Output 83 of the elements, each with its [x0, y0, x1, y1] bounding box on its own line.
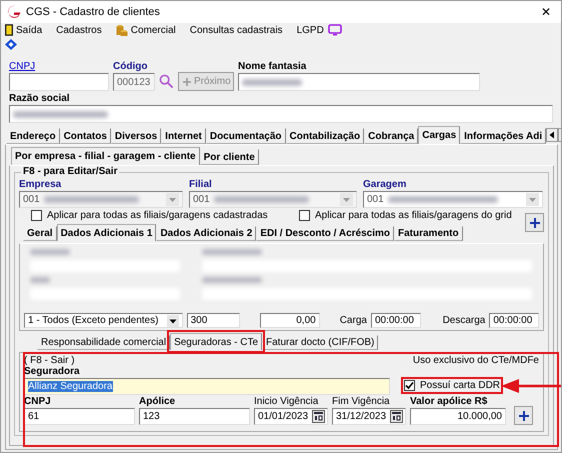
- plus-icon: [183, 78, 191, 86]
- time-field[interactable]: 00:00:00: [370, 313, 421, 328]
- input-field[interactable]: 61: [24, 408, 135, 425]
- tab[interactable]: Informações Adi: [460, 128, 546, 144]
- tab[interactable]: Contatos: [60, 128, 111, 144]
- tab[interactable]: EDI / Desconto / Acréscimo: [256, 226, 394, 241]
- tab[interactable]: Responsabilidade comercial: [37, 335, 170, 350]
- tab[interactable]: Dados Adicionais 1: [56, 224, 156, 241]
- time-field[interactable]: 00:00:00: [489, 313, 539, 328]
- check-icon: [405, 381, 414, 390]
- dropdown-field[interactable]: 001: [363, 191, 543, 208]
- tab[interactable]: Seguradoras - CTe: [170, 333, 262, 350]
- menu-item[interactable]: Comercial: [116, 24, 176, 36]
- field-label: Valor apólice R$: [410, 396, 488, 408]
- checkbox[interactable]: Aplicar para todas as filiais/garagens cadastradas: [31, 210, 299, 221]
- dropdown-field[interactable]: 1 - Todos (Exceto pendentes): [24, 313, 183, 328]
- dropdown-field[interactable]: 001: [19, 191, 183, 208]
- field-label: Razão social: [9, 93, 71, 105]
- tab[interactable]: Por cliente: [200, 149, 259, 165]
- note-text: Uso exclusivo do CTe/MDFe: [412, 354, 539, 366]
- tab[interactable]: Cargas: [418, 126, 460, 144]
- coins-icon: [116, 24, 128, 36]
- field-label: Apólice: [139, 396, 176, 408]
- input-field[interactable]: 300: [186, 313, 240, 328]
- field-label: Inicio Vigência: [254, 396, 320, 408]
- door-icon: [5, 24, 13, 36]
- tab[interactable]: Cobrança: [364, 128, 418, 144]
- menu-item[interactable]: LGPD: [296, 24, 324, 36]
- app-logo-icon: [7, 5, 21, 19]
- menu-item[interactable]: Saída: [5, 24, 42, 36]
- dropdown-value: 1 - Todos (Exceto pendentes): [28, 315, 158, 326]
- trade-name-field[interactable]: [238, 73, 480, 91]
- cnpj-link[interactable]: CNPJ: [9, 61, 109, 73]
- monitor-icon[interactable]: [328, 24, 342, 36]
- checkbox[interactable]: Aplicar para todas as filiais/garagens do grid: [299, 210, 512, 221]
- calendar-icon[interactable]: [312, 410, 326, 423]
- field-label: Código: [113, 61, 148, 73]
- field-label: Garagem: [363, 179, 408, 191]
- plus-icon: [518, 410, 528, 420]
- dropdown-value: 001: [367, 194, 384, 205]
- dropdown-value: 001: [193, 194, 210, 205]
- menu-item[interactable]: Consultas cadastrais: [190, 24, 283, 36]
- tab[interactable]: Endereço: [6, 128, 60, 144]
- input-field[interactable]: 10.000,00: [410, 408, 506, 425]
- calendar-icon[interactable]: [390, 410, 404, 423]
- tab[interactable]: Por empresa - filial - garagem - cliente: [11, 147, 200, 165]
- field-label: Nome fantasia: [238, 61, 308, 73]
- input-field[interactable]: 123: [139, 408, 250, 425]
- checkbox[interactable]: Possuí carta DDR: [404, 380, 500, 391]
- tab[interactable]: Internet: [161, 128, 206, 144]
- cnpj-field[interactable]: [9, 73, 109, 91]
- tab[interactable]: Diversos: [110, 128, 162, 144]
- field-label: CNPJ: [24, 396, 52, 408]
- field-label: Carga: [340, 315, 367, 326]
- add-button[interactable]: [525, 213, 544, 232]
- close-button[interactable]: ✕: [537, 5, 555, 19]
- field-label: Descarga: [442, 315, 486, 326]
- search-icon[interactable]: [159, 74, 174, 89]
- tab[interactable]: Faturamento: [394, 226, 463, 241]
- field-label: Filial: [189, 179, 213, 191]
- menu-item[interactable]: Cadastros: [56, 24, 102, 36]
- tab[interactable]: Faturar docto (CIF/FOB): [262, 335, 378, 350]
- input-field[interactable]: 0,00: [260, 313, 320, 328]
- tab[interactable]: Documentação: [206, 128, 286, 144]
- insurer-field[interactable]: Allianz Seguradora: [24, 378, 390, 395]
- field-label: Fim Vigência: [332, 396, 391, 408]
- tab[interactable]: Geral: [23, 226, 57, 241]
- plus-icon: [530, 218, 540, 228]
- group-title: F8 - para Editar/Sair: [21, 166, 120, 177]
- diamond-icon[interactable]: [5, 38, 17, 50]
- field-label: Empresa: [19, 179, 62, 191]
- date-field[interactable]: 01/01/2023: [254, 408, 328, 425]
- tab[interactable]: Contabilização: [286, 128, 364, 144]
- dropdown-field[interactable]: 001: [189, 191, 357, 208]
- field-label: Seguradora: [24, 366, 81, 378]
- company-name-field[interactable]: [9, 105, 553, 123]
- dropdown-value: 001: [23, 194, 40, 205]
- date-field[interactable]: 31/12/2023: [332, 408, 406, 425]
- tab[interactable]: Dados Adicionais 2: [156, 226, 256, 241]
- window-title: CGS - Cadastro de clientes: [26, 6, 161, 18]
- scroll-left-icon[interactable]: [546, 128, 558, 142]
- callout-arrow: [501, 378, 561, 392]
- add-button[interactable]: [514, 406, 533, 425]
